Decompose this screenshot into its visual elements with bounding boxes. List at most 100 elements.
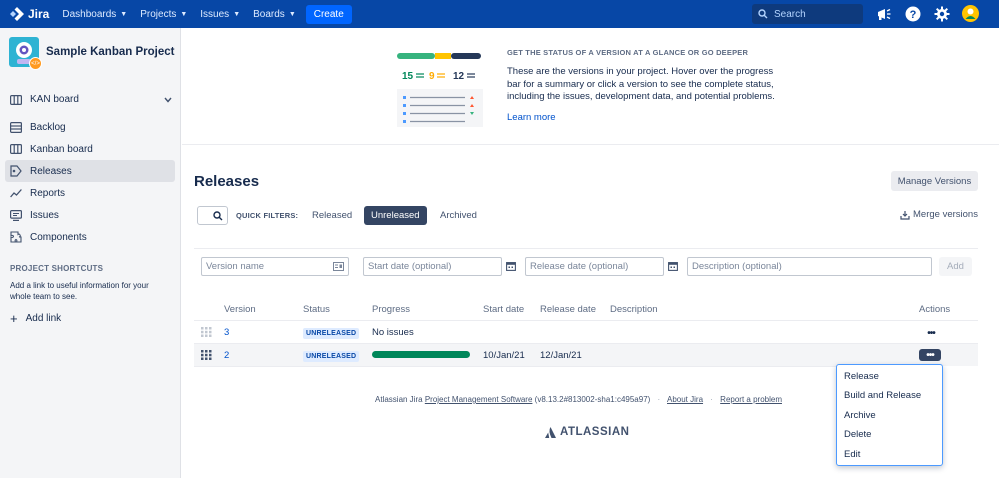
settings-gear-icon[interactable] [934, 6, 950, 22]
board-selector[interactable]: KAN board [10, 94, 172, 105]
illustration-counts: 15 9 12 [402, 71, 475, 82]
reports-icon [10, 189, 22, 198]
release-date-input[interactable]: Release date (optional) [525, 257, 664, 276]
drag-handle-icon[interactable] [201, 327, 212, 337]
jira-logo-label: Jira [28, 7, 50, 21]
nav-projects[interactable]: Projects ▼ [140, 9, 187, 20]
backlog-icon [10, 121, 22, 133]
filter-released[interactable]: Released [305, 206, 359, 225]
banner-title: GET THE STATUS OF A VERSION AT A GLANCE … [507, 48, 749, 57]
chevron-down-icon [164, 97, 172, 103]
add-link-label: Add link [25, 313, 62, 324]
jira-logo-icon [10, 7, 24, 21]
count-in-progress: 9 [429, 71, 435, 82]
nav-dashboards[interactable]: Dashboards ▼ [62, 9, 127, 20]
actions-dropdown-menu: Release Build and Release Archive Delete… [836, 364, 943, 466]
banner-description: These are the versions in your project. … [507, 66, 775, 102]
progress-bar[interactable] [372, 351, 470, 358]
quick-filters-label: QUICK FILTERS: [236, 211, 299, 220]
user-avatar[interactable] [962, 5, 979, 22]
table-divider [194, 366, 836, 367]
column-header-description: Description [610, 304, 658, 315]
sidebar-item-issues[interactable]: Issues [5, 204, 175, 226]
nav-projects-label: Projects [140, 8, 177, 20]
sidebar-item-kanban-board[interactable]: Kanban board [5, 138, 175, 160]
board-icon [10, 94, 22, 105]
sidebar-item-label: Reports [30, 187, 66, 199]
footer-prefix: Atlassian Jira [375, 395, 423, 404]
add-version-button[interactable]: Add [939, 257, 972, 276]
footer-separator: · [710, 395, 713, 404]
version-name-placeholder: Version name [206, 261, 265, 272]
menu-item-delete[interactable]: Delete [844, 429, 871, 440]
version-search-input[interactable] [197, 206, 228, 225]
chevron-down-icon: ▼ [233, 10, 241, 18]
add-link-button[interactable]: + Add link [10, 311, 61, 326]
project-sidebar: </> Sample Kanban Project KAN board Back… [0, 28, 181, 478]
sidebar-item-label: Releases [30, 165, 72, 177]
manage-versions-button[interactable]: Manage Versions [891, 171, 978, 191]
filter-unreleased[interactable]: Unreleased [364, 206, 427, 225]
page-title: Releases [194, 173, 260, 190]
sidebar-item-label: Issues [30, 209, 59, 221]
create-button[interactable]: Create [305, 4, 352, 24]
search-icon [758, 9, 768, 19]
add-version-form: Version name Start date (optional) Relea… [194, 248, 978, 285]
menu-item-archive[interactable]: Archive [844, 410, 876, 421]
merge-versions-label: Merge versions [913, 209, 978, 220]
report-problem-link[interactable]: Report a problem [720, 395, 782, 404]
plus-icon: + [10, 311, 18, 326]
nav-issues[interactable]: Issues ▼ [200, 9, 240, 20]
merge-icon [900, 210, 910, 220]
nav-boards-label: Boards [253, 8, 285, 20]
description-input[interactable]: Description (optional) [687, 257, 932, 276]
project-shortcuts-description: Add a link to useful information for you… [10, 281, 149, 301]
board-icon [10, 144, 22, 154]
release-date-placeholder: Release date (optional) [530, 261, 629, 272]
project-type-badge-icon: </> [29, 57, 42, 70]
top-navigation: Jira Dashboards ▼ Projects ▼ Issues ▼ Board… [0, 0, 999, 28]
menu-item-release[interactable]: Release [844, 371, 879, 382]
progress-text: No issues [372, 327, 414, 338]
atlassian-logo[interactable]: ATLASSIAN [545, 426, 629, 438]
nav-issues-label: Issues [200, 8, 230, 20]
count-todo: 12 [453, 71, 465, 82]
about-jira-link[interactable]: About Jira [667, 395, 703, 404]
calendar-icon[interactable] [668, 261, 678, 271]
components-icon [10, 231, 22, 243]
start-date-input[interactable]: Start date (optional) [363, 257, 502, 276]
column-header-release-date[interactable]: Release date [540, 304, 596, 315]
sidebar-item-components[interactable]: Components [5, 226, 175, 248]
more-actions-button[interactable]: ••• [920, 327, 942, 339]
merge-versions-button[interactable]: Merge versions [900, 209, 978, 220]
id-card-icon [333, 262, 344, 271]
search-input[interactable]: Search [752, 4, 863, 24]
version-link[interactable]: 2 [224, 350, 229, 361]
learn-more-link[interactable]: Learn more [507, 112, 556, 123]
sidebar-item-backlog[interactable]: Backlog [5, 116, 175, 138]
project-avatar[interactable]: </> [9, 37, 42, 70]
filter-archived[interactable]: Archived [433, 206, 484, 225]
version-name-input[interactable]: Version name [201, 257, 349, 276]
calendar-icon[interactable] [506, 261, 516, 271]
megaphone-icon[interactable] [876, 6, 892, 22]
column-header-start-date[interactable]: Start date [483, 304, 524, 315]
count-done: 15 [402, 71, 414, 82]
sidebar-item-releases[interactable]: Releases [5, 160, 175, 182]
issues-icon [10, 209, 22, 221]
board-selector-label: KAN board [30, 94, 79, 105]
project-name[interactable]: Sample Kanban Project [46, 46, 174, 58]
column-header-version[interactable]: Version [224, 304, 256, 315]
menu-item-build-and-release[interactable]: Build and Release [844, 390, 921, 401]
menu-item-edit[interactable]: Edit [844, 449, 860, 460]
drag-handle-icon[interactable] [201, 350, 212, 360]
release-date-value: 12/Jan/21 [540, 350, 582, 361]
jira-logo[interactable]: Jira [10, 7, 49, 21]
footer-product-link[interactable]: Project Management Software [425, 395, 533, 404]
version-link[interactable]: 3 [224, 327, 229, 338]
start-date-placeholder: Start date (optional) [368, 261, 452, 272]
sidebar-item-reports[interactable]: Reports [5, 182, 175, 204]
more-actions-button[interactable]: ••• [919, 349, 941, 361]
help-icon[interactable]: ? [905, 6, 921, 22]
nav-boards[interactable]: Boards ▼ [253, 9, 296, 20]
